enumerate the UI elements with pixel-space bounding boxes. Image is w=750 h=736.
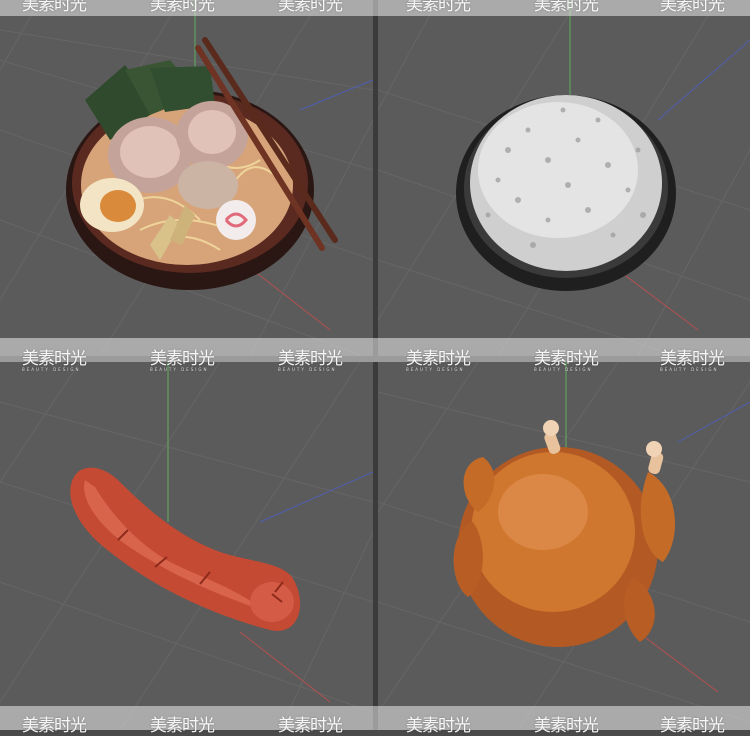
watermark-text: 美素时光: [22, 716, 87, 736]
roast-chicken-model: [453, 420, 675, 647]
watermark-text: 美素时光: [534, 0, 599, 15]
watermark-text: 美素时光: [660, 0, 725, 15]
sausage-scene: [0, 362, 373, 730]
watermark-logo: 美素时光: [278, 711, 343, 736]
watermark-text: 美素时光: [278, 0, 343, 15]
viewport-roast-chicken[interactable]: [378, 362, 750, 730]
viewport-sausage[interactable]: [0, 362, 373, 730]
watermark-logo: 美素时光: [278, 0, 343, 15]
rice-bowl-model: [456, 95, 676, 291]
viewport-divider-vertical[interactable]: [373, 0, 378, 730]
watermark-logo: 美素时光: [150, 0, 215, 15]
axis-x: [617, 269, 699, 331]
chicken-scene: [378, 362, 750, 730]
watermark-tagline: BEAUTY DESIGN: [22, 367, 81, 372]
watermark-band-bottom: [0, 706, 750, 730]
viewport-ramen-bowl[interactable]: [0, 0, 373, 356]
watermark-band-middle: [0, 338, 750, 362]
watermark-tagline: BEAUTY DESIGN: [534, 367, 593, 372]
watermark-tagline: BEAUTY DESIGN: [660, 367, 719, 372]
watermark-text: 美素时光: [406, 716, 471, 736]
watermark-band-top: [0, 0, 750, 16]
watermark-text: 美素时光: [406, 0, 471, 15]
rice-scene: [378, 0, 750, 356]
watermark-text: 美素时光: [278, 349, 343, 369]
watermark-text: 美素时光: [534, 716, 599, 736]
watermark-text: 美素时光: [150, 0, 215, 15]
axis-x: [637, 631, 719, 693]
watermark-text: 美素时光: [406, 349, 471, 369]
watermark-logo: 美素时光: [406, 0, 471, 15]
watermark-logo: 美素时光: [150, 711, 215, 736]
watermark-logo: 美素时光: [22, 711, 87, 736]
watermark-text: 美素时光: [660, 349, 725, 369]
axis-z: [657, 39, 750, 121]
ramen-scene: [0, 0, 373, 356]
viewport-rice-bowl[interactable]: [378, 0, 750, 356]
watermark-text: 美素时光: [150, 349, 215, 369]
watermark-logo: 美素时光: [22, 0, 87, 15]
watermark-tagline: BEAUTY DESIGN: [406, 367, 465, 372]
sausage-model: [70, 467, 301, 631]
watermark-logo: 美素时光 BEAUTY DESIGN: [22, 344, 87, 372]
watermark-tagline: BEAUTY DESIGN: [278, 367, 337, 372]
watermark-logo: 美素时光 BEAUTY DESIGN: [278, 344, 343, 372]
watermark-text: 美素时光: [22, 349, 87, 369]
axis-x: [239, 631, 331, 703]
viewport-layout: 美素时光 美素时光 美素时光 美素时光 美素时光 美素时光 美素时光 BEAUTY…: [0, 0, 750, 736]
watermark-logo: 美素时光: [534, 711, 599, 736]
watermark-tagline: BEAUTY DESIGN: [150, 367, 209, 372]
watermark-logo: 美素时光: [534, 0, 599, 15]
watermark-logo: 美素时光: [660, 711, 725, 736]
watermark-logo: 美素时光 BEAUTY DESIGN: [660, 344, 725, 372]
watermark-logo: 美素时光 BEAUTY DESIGN: [150, 344, 215, 372]
watermark-logo: 美素时光: [406, 711, 471, 736]
watermark-text: 美素时光: [660, 716, 725, 736]
watermark-text: 美素时光: [278, 716, 343, 736]
watermark-logo: 美素时光 BEAUTY DESIGN: [534, 344, 599, 372]
watermark-text: 美素时光: [150, 716, 215, 736]
watermark-text: 美素时光: [22, 0, 87, 15]
watermark-text: 美素时光: [534, 349, 599, 369]
watermark-logo: 美素时光: [660, 0, 725, 15]
watermark-logo: 美素时光 BEAUTY DESIGN: [406, 344, 471, 372]
